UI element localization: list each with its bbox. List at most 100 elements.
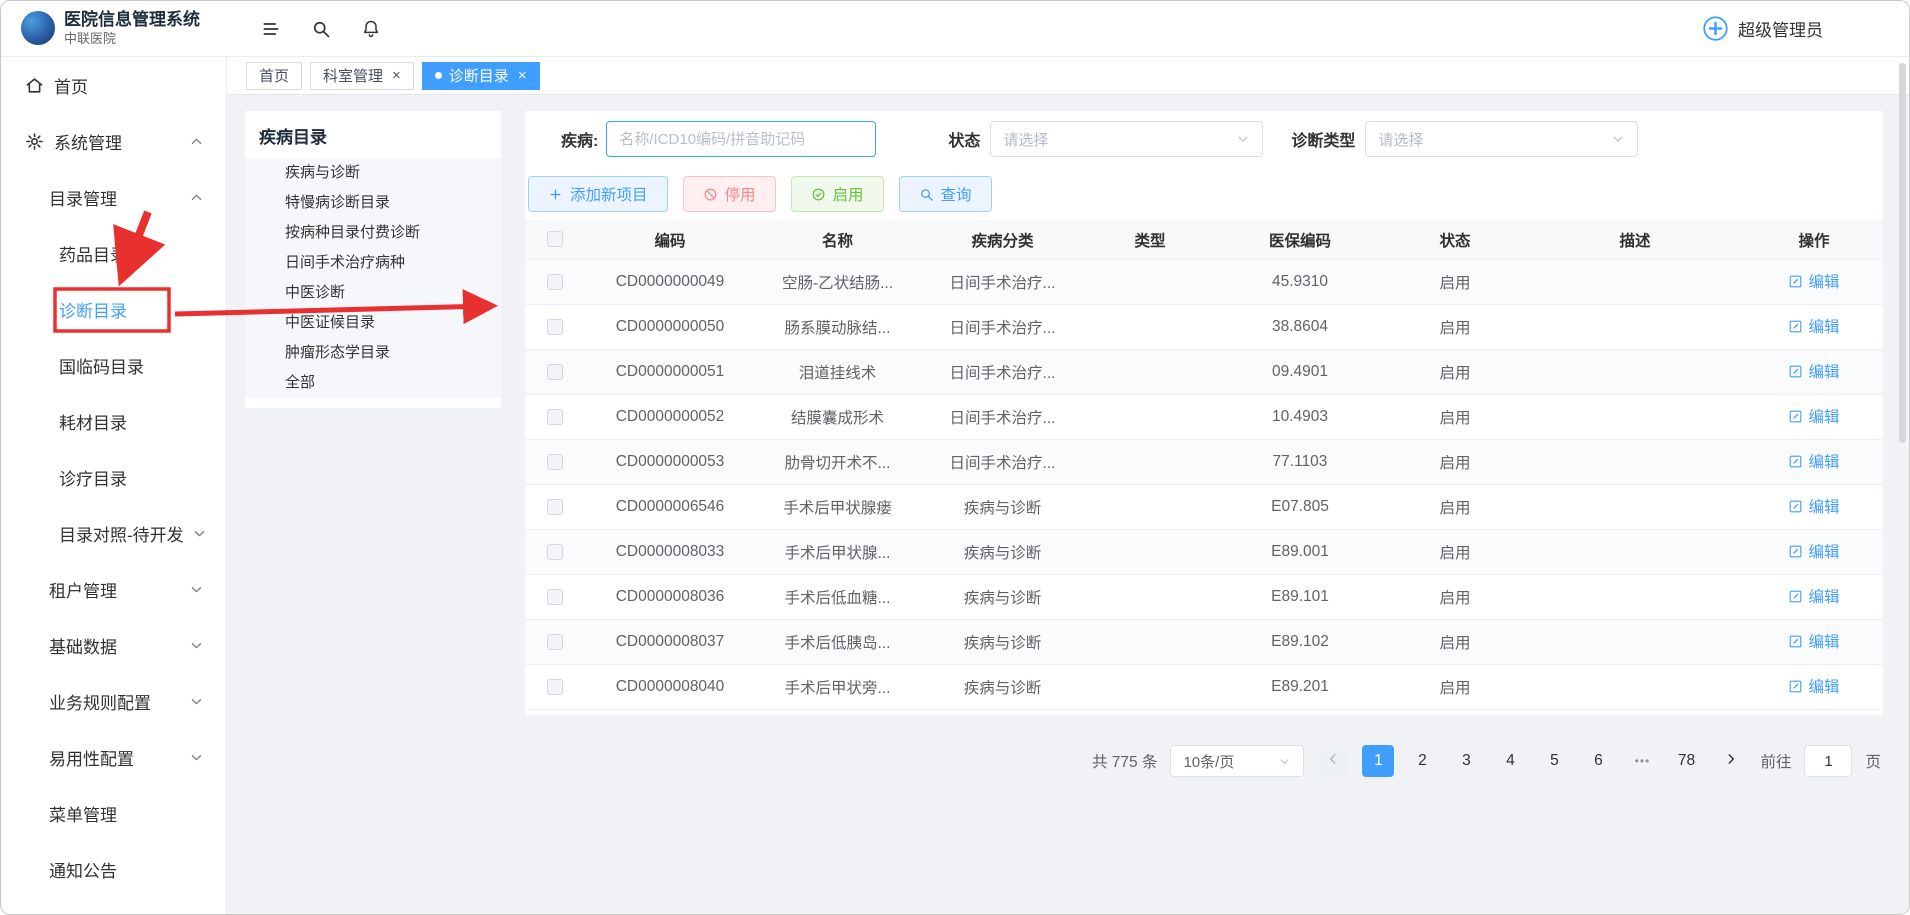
table-row: CD0000006546 手术后甲状腺瘘 疾病与诊断 E07.805 启用 编辑 — [525, 485, 1883, 530]
tab-1[interactable]: 科室管理 × — [310, 62, 414, 90]
edit-button[interactable]: 编辑 — [1788, 540, 1839, 562]
catalog-item-4[interactable]: 中医诊断 — [245, 278, 501, 308]
catalog-item-3[interactable]: 日间手术治疗病种 — [245, 248, 501, 278]
sidebar-item-3[interactable]: 药品目录 — [1, 225, 226, 281]
sidebar-item-0[interactable]: 首页 — [1, 57, 226, 113]
cell-name: 泪道挂线术 — [755, 361, 920, 383]
add-item-button[interactable]: 添加新项目 — [528, 176, 668, 212]
edit-button[interactable]: 编辑 — [1788, 585, 1839, 607]
column-header-1: 名称 — [755, 229, 920, 251]
user-area[interactable]: 超级管理员 — [1702, 15, 1823, 42]
catalog-item-7[interactable]: 全部 — [245, 368, 501, 398]
page-button-1[interactable]: 1 — [1362, 745, 1394, 777]
tab-label: 科室管理 — [323, 65, 383, 86]
edit-button[interactable]: 编辑 — [1788, 495, 1839, 517]
column-header-5: 状态 — [1385, 229, 1525, 251]
catalog-item-0[interactable]: 疾病与诊断 — [245, 158, 501, 188]
edit-button[interactable]: 编辑 — [1788, 270, 1839, 292]
page-size-select[interactable]: 10条/页 — [1170, 745, 1304, 777]
disease-search-input[interactable] — [606, 121, 876, 157]
goto-page-input[interactable] — [1804, 745, 1852, 777]
edit-button[interactable]: 编辑 — [1788, 360, 1839, 382]
sidebar-item-11[interactable]: 业务规则配置 — [1, 673, 226, 729]
search-icon[interactable] — [311, 19, 331, 39]
cell-status: 启用 — [1385, 586, 1525, 608]
sidebar-item-label: 诊疗目录 — [59, 465, 127, 490]
chevron-down-icon — [1278, 755, 1291, 768]
catalog-item-2[interactable]: 按病种目录付费诊断 — [245, 218, 501, 248]
sidebar-item-10[interactable]: 基础数据 — [1, 617, 226, 673]
page-button-6[interactable]: 6 — [1582, 745, 1614, 777]
user-name: 超级管理员 — [1738, 16, 1823, 41]
row-checkbox[interactable] — [547, 274, 563, 290]
edit-button[interactable]: 编辑 — [1788, 675, 1839, 697]
header-icons — [261, 19, 381, 39]
sidebar-item-9[interactable]: 租户管理 — [1, 561, 226, 617]
edit-icon — [1788, 499, 1803, 514]
sidebar-item-2[interactable]: 目录管理 — [1, 169, 226, 225]
catalog-item-5[interactable]: 中医证候目录 — [245, 308, 501, 338]
row-checkbox[interactable] — [547, 499, 563, 515]
row-checkbox[interactable] — [547, 454, 563, 470]
menu-collapse-icon[interactable] — [261, 19, 281, 39]
page-button-5[interactable]: 5 — [1538, 745, 1570, 777]
sidebar-item-7[interactable]: 诊疗目录 — [1, 449, 226, 505]
page-button-3[interactable]: 3 — [1450, 745, 1482, 777]
sidebar-item-1[interactable]: 系统管理 — [1, 113, 226, 169]
tab-close-icon[interactable]: × — [518, 68, 527, 83]
chevron-up-icon — [189, 190, 204, 205]
page-button-78[interactable]: 78 — [1670, 745, 1702, 777]
edit-label: 编辑 — [1808, 450, 1839, 472]
diagnosis-type-select[interactable]: 请选择 — [1365, 121, 1638, 157]
edit-button[interactable]: 编辑 — [1788, 405, 1839, 427]
catalog-item-6[interactable]: 肿瘤形态学目录 — [245, 338, 501, 368]
status-select[interactable]: 请选择 — [990, 121, 1263, 157]
page-ellipsis[interactable]: ••• — [1626, 745, 1658, 777]
select-all-checkbox[interactable] — [547, 231, 563, 247]
sidebar-item-12[interactable]: 易用性配置 — [1, 729, 226, 785]
sidebar-item-label: 易用性配置 — [49, 745, 189, 770]
enable-button[interactable]: 启用 — [791, 176, 884, 212]
edit-label: 编辑 — [1808, 630, 1839, 652]
search-icon — [919, 187, 934, 202]
row-checkbox[interactable] — [547, 634, 563, 650]
catalog-item-1[interactable]: 特慢病诊断目录 — [245, 188, 501, 218]
chevron-down-icon — [189, 694, 204, 709]
sidebar-item-label: 基础数据 — [49, 633, 189, 658]
tab-2[interactable]: 诊断目录× — [422, 62, 540, 90]
diagnosis-type-filter-label: 诊断类型 — [1291, 127, 1355, 151]
edit-icon — [1788, 364, 1803, 379]
tab-close-icon[interactable]: × — [392, 68, 401, 83]
row-checkbox[interactable] — [547, 409, 563, 425]
row-checkbox[interactable] — [547, 589, 563, 605]
sidebar-item-8[interactable]: 目录对照-待开发 — [1, 505, 226, 561]
cell-code: CD0000008037 — [585, 633, 755, 651]
row-checkbox[interactable] — [547, 544, 563, 560]
sidebar-item-6[interactable]: 耗材目录 — [1, 393, 226, 449]
cell-status: 启用 — [1385, 451, 1525, 473]
scrollbar[interactable] — [1899, 63, 1906, 443]
edit-button[interactable]: 编辑 — [1788, 450, 1839, 472]
row-checkbox[interactable] — [547, 364, 563, 380]
next-page-button[interactable] — [1715, 745, 1747, 777]
disable-button[interactable]: 停用 — [683, 176, 776, 212]
sidebar-item-5[interactable]: 国临码目录 — [1, 337, 226, 393]
tab-0[interactable]: 首页 — [246, 62, 302, 90]
brand: 医院信息管理系统 中联医院 — [1, 9, 227, 48]
edit-label: 编辑 — [1808, 540, 1839, 562]
sidebar-item-13[interactable]: 菜单管理 — [1, 785, 226, 841]
sidebar-item-4[interactable]: 诊断目录 — [1, 281, 226, 337]
edit-button[interactable]: 编辑 — [1788, 630, 1839, 652]
cell-disease-category: 疾病与诊断 — [920, 631, 1085, 653]
page-button-2[interactable]: 2 — [1406, 745, 1438, 777]
query-button[interactable]: 查询 — [899, 176, 992, 212]
prev-page-button[interactable] — [1317, 745, 1349, 777]
edit-button[interactable]: 编辑 — [1788, 315, 1839, 337]
row-checkbox[interactable] — [547, 319, 563, 335]
row-checkbox[interactable] — [547, 679, 563, 695]
bell-icon[interactable] — [361, 19, 381, 39]
sidebar-item-label: 耗材目录 — [59, 409, 127, 434]
table-row: CD0000000052 结膜囊成形术 日间手术治疗... 10.4903 启用… — [525, 395, 1883, 440]
page-button-4[interactable]: 4 — [1494, 745, 1526, 777]
sidebar-item-14[interactable]: 通知公告 — [1, 841, 226, 897]
